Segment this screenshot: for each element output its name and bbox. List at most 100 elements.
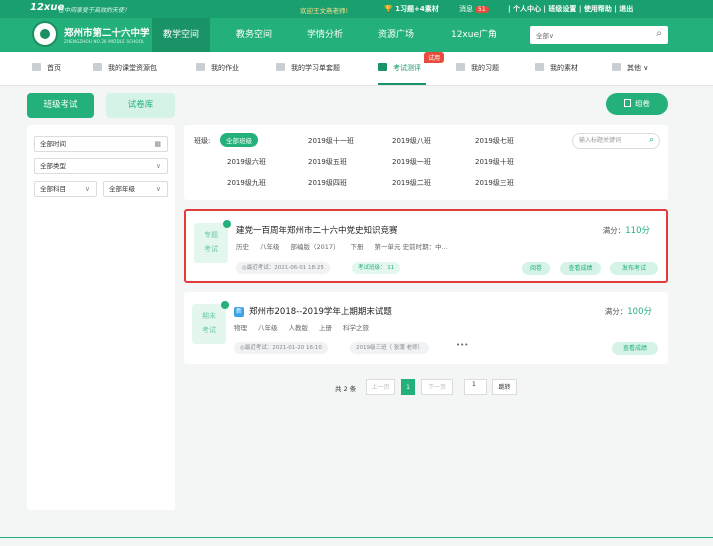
class-all[interactable]: 全部班级 <box>220 133 258 147</box>
more-icon[interactable]: ••• <box>456 341 468 349</box>
class-item[interactable]: 2019级八班 <box>392 136 431 146</box>
calendar-icon: ▦ <box>154 140 161 148</box>
grade-papers-button[interactable]: 阅卷 <box>522 262 550 275</box>
subnav-homework[interactable]: 我的作业 <box>196 63 239 73</box>
subnav-materials[interactable]: 我的素材 <box>535 63 578 73</box>
full-score: 满分：110分 <box>603 224 650 236</box>
keyword-search-placeholder: 输入标题关键词 <box>579 137 622 144</box>
messages-link[interactable]: 消息 51 <box>459 4 489 14</box>
new-icon: 新 <box>234 307 244 317</box>
nav-search[interactable]: 全部∨ ⌕ <box>530 26 668 44</box>
tab-paper-library[interactable]: 试卷库 <box>106 93 175 118</box>
subnav-home[interactable]: 首页 <box>32 63 61 73</box>
subnav-class-resources[interactable]: 我的课堂资源包 <box>93 63 157 73</box>
stamp-line1: 期末 <box>202 312 216 320</box>
exam-title[interactable]: 新郑州市2018--2019学年上期期末试题 <box>234 305 392 317</box>
subnav-exercises[interactable]: 我的习题 <box>456 63 499 73</box>
trophy-icon <box>378 63 387 71</box>
recent-exam-time: ◎最近考试：2021-01-20 16:10 <box>234 342 328 354</box>
search-scope-select[interactable]: 全部∨ <box>536 30 554 40</box>
class-item[interactable]: 2019级五班 <box>308 157 347 167</box>
apps-icon <box>612 63 621 71</box>
class-item[interactable]: 2019级九班 <box>227 178 266 188</box>
pager-next-button[interactable]: 下一页 <box>421 379 453 395</box>
publish-exam-button[interactable]: 发布考试 <box>610 262 658 275</box>
document-icon <box>624 99 631 107</box>
compose-paper-button[interactable]: 组卷 <box>606 93 668 115</box>
school-logo-icon[interactable] <box>32 21 58 47</box>
exam-card[interactable]: 期末 考试 新郑州市2018--2019学年上期期末试题 物理 八年级 人教版 上册 科学… <box>184 292 668 364</box>
exam-type-stamp: 期末 考试 <box>192 301 229 344</box>
stamp-line1: 专题 <box>204 231 218 239</box>
exam-subject: 物理 <box>234 324 247 332</box>
exam-title[interactable]: 建党一百周年郑州市二十六中党史知识竞赛 <box>236 224 398 236</box>
exam-edition: 部编版（2017） <box>290 243 340 251</box>
exam-grade: 八年级 <box>258 324 278 332</box>
chevron-down-icon: ∨ <box>84 185 90 193</box>
exam-unit: 科学之旅 <box>343 324 369 332</box>
search-icon[interactable]: ⌕ <box>656 28 662 39</box>
type-filter[interactable]: 全部类型 ∨ <box>34 158 168 174</box>
exam-classes-count[interactable]: 考试班级： 11 <box>352 262 401 274</box>
user-links[interactable]: | 个人中心 | 班级设置 | 使用帮助 | 退出 <box>508 4 633 14</box>
top-bar: 12xue 在中间享受于高效的天使！ 欢迎王文燕老师! 🏆 1习题+4素材 消息… <box>0 0 713 18</box>
exam-card[interactable]: 专题 考试 建党一百周年郑州市二十六中党史知识竞赛 历史 八年级 部编版（2017） 下… <box>184 209 668 283</box>
sub-nav: 首页 我的课堂资源包 我的作业 我的学习单套题 考试测评 我的习题 我的素材 其… <box>0 52 713 86</box>
exam-type-stamp: 专题 考试 <box>194 220 231 263</box>
subnav-exam[interactable]: 考试测评 <box>378 63 421 73</box>
grid-icon <box>456 63 465 71</box>
messages-count-badge: 51 <box>475 6 489 13</box>
keyword-search-input[interactable]: 输入标题关键词 ⌕ <box>572 133 660 149</box>
class-item[interactable]: 2019级十班 <box>475 157 514 167</box>
view-scores-button[interactable]: 查看成绩 <box>560 262 601 275</box>
subnav-study-sets[interactable]: 我的学习单套题 <box>276 63 340 73</box>
exam-class-teacher: 2019级三班（ 张蒲 老师） <box>350 342 429 354</box>
announcement-link[interactable]: 🏆 1习题+4素材 <box>384 4 439 14</box>
full-score-label: 满分： <box>604 307 628 316</box>
full-score-value: 100分 <box>627 307 652 317</box>
announcement-label: 1习题+4素材 <box>395 5 439 13</box>
exam-edition: 人教版 <box>288 324 309 332</box>
school-name[interactable]: 郑州市第二十六中学 <box>64 25 150 39</box>
grade-filter[interactable]: 全部年级 ∨ <box>103 181 168 197</box>
subject-filter[interactable]: 全部科目 ∨ <box>34 181 97 197</box>
school-subtitle: ZHENGZHOU NO.26 MIDDLE SCHOOL <box>64 39 145 44</box>
subnav-exam-label: 考试测评 <box>393 64 421 72</box>
class-item[interactable]: 2019级四班 <box>308 178 347 188</box>
view-scores-button[interactable]: 查看成绩 <box>612 342 658 355</box>
class-item[interactable]: 2019级一班 <box>392 157 431 167</box>
class-item[interactable]: 2019级六班 <box>227 157 266 167</box>
chevron-down-icon: ∨ <box>155 185 161 193</box>
pager-current-page[interactable]: 1 <box>401 379 415 395</box>
pager-total: 共 2 条 <box>335 385 357 393</box>
subnav-more-label: 其他 ∨ <box>627 64 649 72</box>
nav-academic-space[interactable]: 教务空间 <box>225 18 283 52</box>
class-item[interactable]: 2019级七班 <box>475 136 514 146</box>
time-filter[interactable]: 全部时间 ▦ <box>34 136 168 152</box>
nav-resource-square[interactable]: 资源广场 <box>367 18 425 52</box>
subnav-more[interactable]: 其他 ∨ <box>612 63 648 73</box>
exam-title-text: 郑州市2018--2019学年上期期末试题 <box>249 307 392 317</box>
messages-label: 消息 <box>459 5 473 13</box>
home-icon <box>32 63 41 71</box>
class-label: 班级: <box>194 137 211 145</box>
chevron-down-icon: ∨ <box>155 162 161 170</box>
grade-filter-label: 全部年级 <box>109 185 135 193</box>
full-score-value: 110分 <box>625 226 650 236</box>
active-underline <box>378 83 426 85</box>
pager-jump-button[interactable]: 跳转 <box>492 379 517 395</box>
class-item[interactable]: 2019级十一班 <box>308 136 354 146</box>
pager-prev-button[interactable]: 上一页 <box>366 379 395 395</box>
exam-meta: 历史 八年级 部编版（2017） 下册 第一单元 史前时期：中... <box>236 241 459 251</box>
class-item[interactable]: 2019级三班 <box>475 178 514 188</box>
search-icon[interactable]: ⌕ <box>649 133 654 147</box>
tab-class-exam[interactable]: 班级考试 <box>27 93 94 118</box>
class-selector: 班级: 全部班级 2019级十一班 2019级八班 2019级七班 2019级六… <box>184 125 668 200</box>
exam-grade: 八年级 <box>260 243 280 251</box>
pencil-icon <box>196 63 205 71</box>
pager-goto-input[interactable]: 1 <box>464 379 487 395</box>
nav-learning-analysis[interactable]: 学情分析 <box>296 18 354 52</box>
nav-teaching-space[interactable]: 教学空间 <box>152 18 210 52</box>
class-item[interactable]: 2019级二班 <box>392 178 431 188</box>
nav-12xue-square[interactable]: 12xue广角 <box>442 18 506 52</box>
